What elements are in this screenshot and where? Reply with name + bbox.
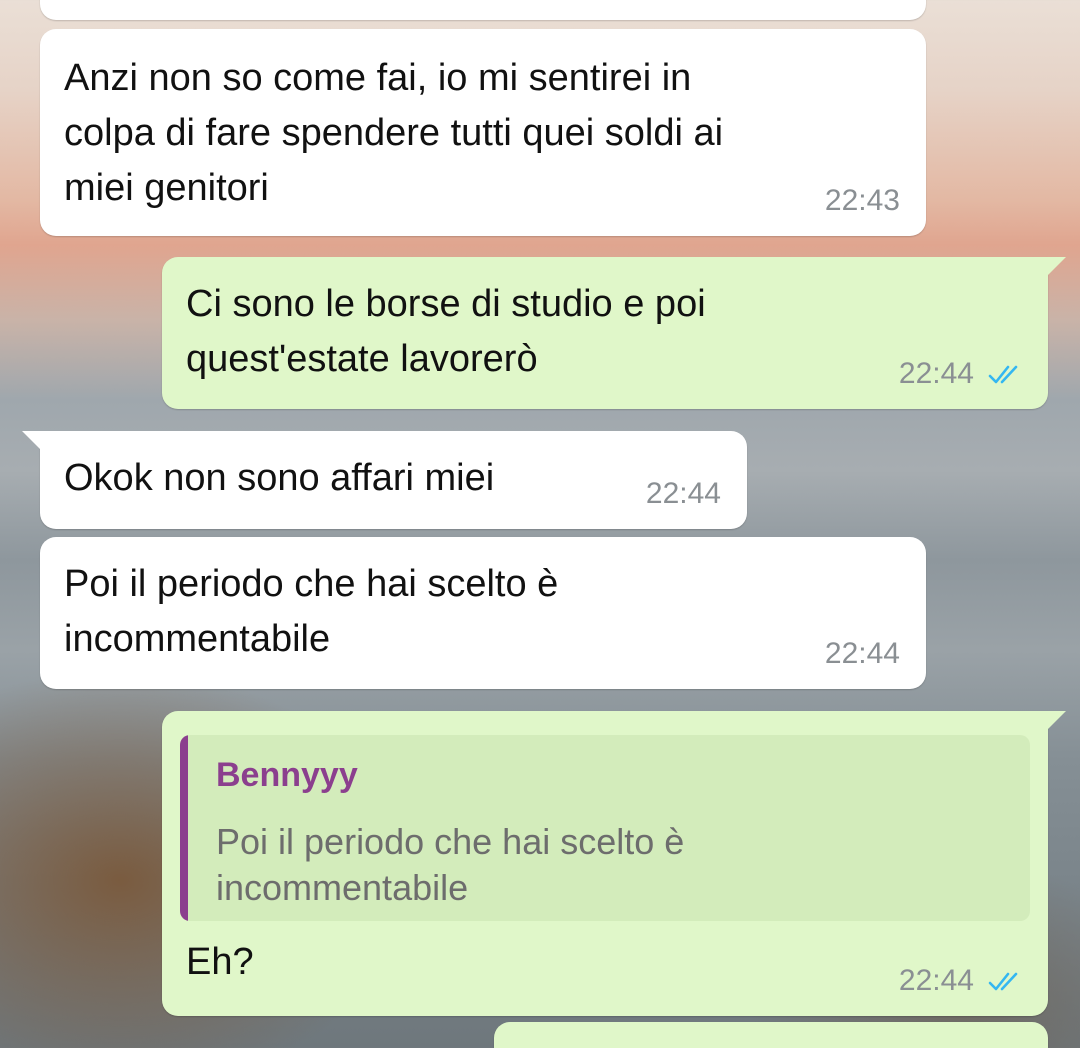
quoted-author: Bennyyy (216, 756, 358, 794)
double-check-icon (988, 972, 1018, 991)
message-text: Ci sono le borse di studio e poi quest'e… (186, 283, 706, 380)
message-time: 22:44 (645, 477, 721, 510)
message-time: 22:43 (824, 184, 900, 217)
message-time: 22:44 (898, 964, 974, 997)
message-bubble-incoming[interactable]: Anzi non so come fai, io mi sentirei in … (40, 29, 926, 236)
message-time: 22:44 (898, 357, 974, 390)
message-time: 22:44 (824, 637, 900, 670)
bubble-tail (22, 431, 44, 453)
message-text: Eh? (186, 941, 254, 983)
bubble-tail (1044, 711, 1066, 733)
message-text: Okok non sono affari miei (64, 457, 495, 499)
message-bubble-incoming[interactable]: Okok non sono affari miei 22:44 (22, 431, 747, 529)
message-bubble-outgoing[interactable]: Ci sono le borse di studio e poi quest'e… (162, 257, 1066, 409)
message-bubble-outgoing-reply[interactable]: Bennyyy Poi il periodo che hai scelto è … (162, 711, 1066, 1016)
quoted-text: Poi il periodo che hai scelto è incommen… (216, 821, 685, 908)
bubble-tail (1044, 257, 1066, 279)
message-bubble-partial[interactable] (494, 1022, 1048, 1048)
message-text: Poi il periodo che hai scelto è incommen… (64, 563, 559, 660)
message-text: Anzi non so come fai, io mi sentirei in … (64, 57, 724, 209)
message-bubble-incoming[interactable]: Poi il periodo che hai scelto è incommen… (40, 537, 926, 689)
quote-accent-bar (180, 735, 188, 921)
quoted-message[interactable]: Bennyyy Poi il periodo che hai scelto è … (180, 735, 1030, 921)
message-bubble-partial[interactable] (40, 0, 926, 20)
double-check-icon (988, 365, 1018, 384)
